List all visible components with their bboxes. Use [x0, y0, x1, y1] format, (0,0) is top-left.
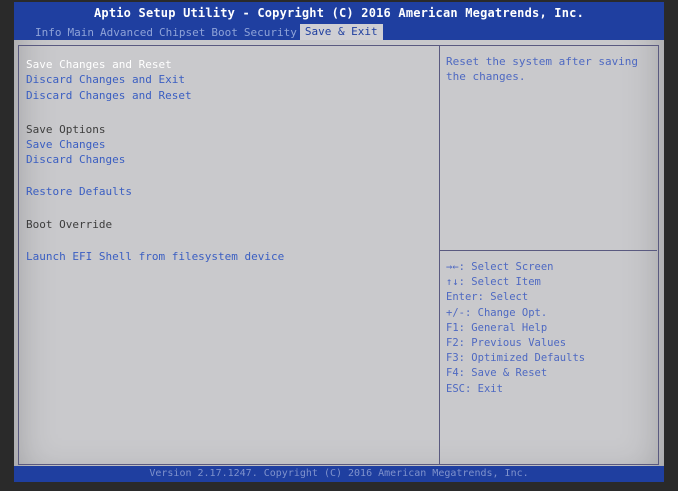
key-help-line: Enter: Select — [446, 290, 652, 305]
key-description: General Help — [471, 321, 548, 334]
tab-save-exit[interactable]: Save & Exit — [299, 24, 383, 40]
menu-item-discard-changes[interactable]: Discard Changes — [26, 153, 125, 166]
tab-security[interactable]: Security — [241, 26, 300, 40]
key-label: →←: — [446, 261, 465, 273]
key-label: +/-: — [446, 306, 472, 319]
key-help-line: ESC: Exit — [446, 382, 652, 397]
key-label: F3: — [446, 352, 465, 365]
key-label: F4: — [446, 367, 465, 380]
key-description: Previous Values — [471, 337, 567, 350]
section-heading-boot-override: Boot Override — [26, 218, 113, 231]
menu-item-discard-changes-and-exit[interactable]: Discard Changes and Exit — [26, 73, 185, 86]
key-legend: →←: Select Screen ↑↓: Select Item Enter:… — [446, 260, 652, 397]
menu-item-save-changes-and-reset[interactable]: Save Changes and Reset — [26, 58, 172, 71]
key-description: Select — [490, 291, 529, 304]
footer-bar: Version 2.17.1247. Copyright (C) 2016 Am… — [14, 466, 664, 482]
tab-info[interactable]: Info — [32, 26, 65, 40]
section-heading-save-options: Save Options — [26, 123, 106, 136]
key-description: Exit — [477, 382, 503, 395]
help-description: Reset the system after saving the change… — [446, 55, 639, 83]
tab-advanced[interactable]: Advanced — [97, 26, 156, 40]
header-bar: Aptio Setup Utility - Copyright (C) 2016… — [14, 2, 664, 40]
help-pane — [439, 45, 659, 465]
tab-main[interactable]: Main — [65, 26, 98, 40]
key-description: Select Item — [471, 276, 541, 289]
key-description: Change Opt. — [477, 306, 548, 319]
tab-bar: Info Main Advanced Chipset Boot Security… — [32, 24, 383, 40]
key-label: F1: — [446, 321, 465, 334]
key-help-line: F4: Save & Reset — [446, 366, 652, 381]
utility-title: Aptio Setup Utility - Copyright (C) 2016… — [93, 6, 585, 20]
menu-item-launch-efi-shell[interactable]: Launch EFI Shell from filesystem device — [26, 250, 284, 263]
key-help-line: +/-: Change Opt. — [446, 306, 652, 321]
menu-item-save-changes[interactable]: Save Changes — [26, 138, 105, 151]
menu-item-discard-changes-and-reset[interactable]: Discard Changes and Reset — [26, 89, 192, 102]
key-description: Select Screen — [471, 261, 554, 273]
menu-item-restore-defaults[interactable]: Restore Defaults — [26, 185, 132, 198]
version-text: Version 2.17.1247. Copyright (C) 2016 Am… — [149, 468, 529, 479]
tab-boot[interactable]: Boot — [208, 26, 241, 40]
key-description: Save & Reset — [471, 367, 548, 380]
key-label: Enter: — [446, 291, 484, 304]
tab-chipset[interactable]: Chipset — [156, 26, 208, 40]
key-label: F2: — [446, 337, 465, 350]
key-help-line: F3: Optimized Defaults — [446, 351, 652, 366]
help-divider — [439, 250, 657, 251]
key-help-line: F1: General Help — [446, 321, 652, 336]
key-help-line: ↑↓: Select Item — [446, 275, 652, 290]
key-help-line: →←: Select Screen — [446, 260, 652, 275]
key-description: Optimized Defaults — [471, 352, 586, 365]
bios-screen: Aptio Setup Utility - Copyright (C) 2016… — [14, 2, 664, 482]
key-label: ESC: — [446, 382, 472, 395]
key-label: ↑↓: — [446, 276, 465, 289]
key-help-line: F2: Previous Values — [446, 336, 652, 351]
